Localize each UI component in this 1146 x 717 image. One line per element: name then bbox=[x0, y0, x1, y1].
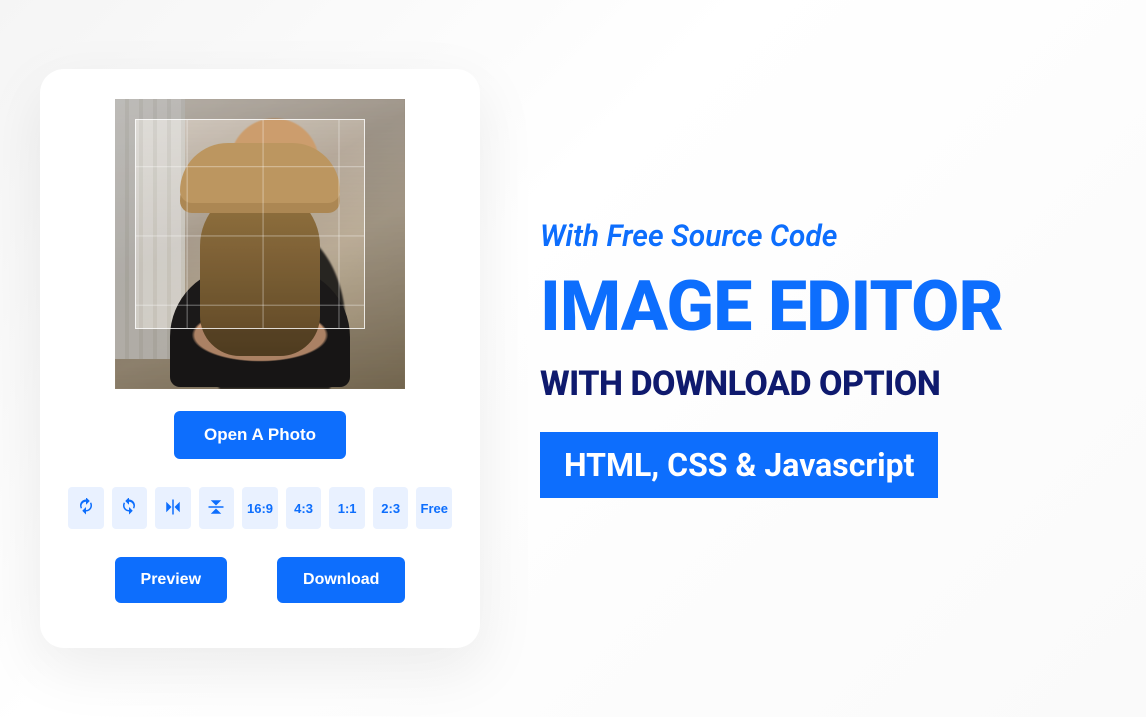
open-photo-button[interactable]: Open A Photo bbox=[174, 411, 346, 459]
toolbar: 16:9 4:3 1:1 2:3 Free bbox=[68, 487, 452, 529]
rotate-left-icon bbox=[77, 498, 95, 519]
preview-button[interactable]: Preview bbox=[115, 557, 227, 603]
aspect-2-3-button[interactable]: 2:3 bbox=[373, 487, 409, 529]
promo-tag: HTML, CSS & Javascript bbox=[540, 432, 938, 498]
promo-subtitle: WITH DOWNLOAD OPTION bbox=[540, 364, 1106, 404]
action-row: Preview Download bbox=[115, 557, 406, 603]
flip-vertical-button[interactable] bbox=[199, 487, 235, 529]
aspect-16-9-button[interactable]: 16:9 bbox=[242, 487, 278, 529]
aspect-free-button[interactable]: Free bbox=[416, 487, 452, 529]
editor-card: Open A Photo 16:9 4:3 1:1 2:3 Free bbox=[40, 69, 480, 648]
promo-text: With Free Source Code IMAGE EDITOR WITH … bbox=[540, 219, 1106, 498]
flip-horizontal-button[interactable] bbox=[155, 487, 191, 529]
crop-selection[interactable] bbox=[135, 119, 365, 329]
rotate-left-button[interactable] bbox=[68, 487, 104, 529]
download-button[interactable]: Download bbox=[277, 557, 405, 603]
flip-horizontal-icon bbox=[164, 498, 182, 519]
promo-title: IMAGE EDITOR bbox=[540, 272, 1106, 342]
aspect-4-3-button[interactable]: 4:3 bbox=[286, 487, 322, 529]
image-canvas[interactable] bbox=[115, 99, 405, 389]
promo-kicker: With Free Source Code bbox=[540, 219, 1106, 254]
rotate-right-icon bbox=[120, 498, 138, 519]
flip-vertical-icon bbox=[207, 498, 225, 519]
rotate-right-button[interactable] bbox=[112, 487, 148, 529]
aspect-1-1-button[interactable]: 1:1 bbox=[329, 487, 365, 529]
